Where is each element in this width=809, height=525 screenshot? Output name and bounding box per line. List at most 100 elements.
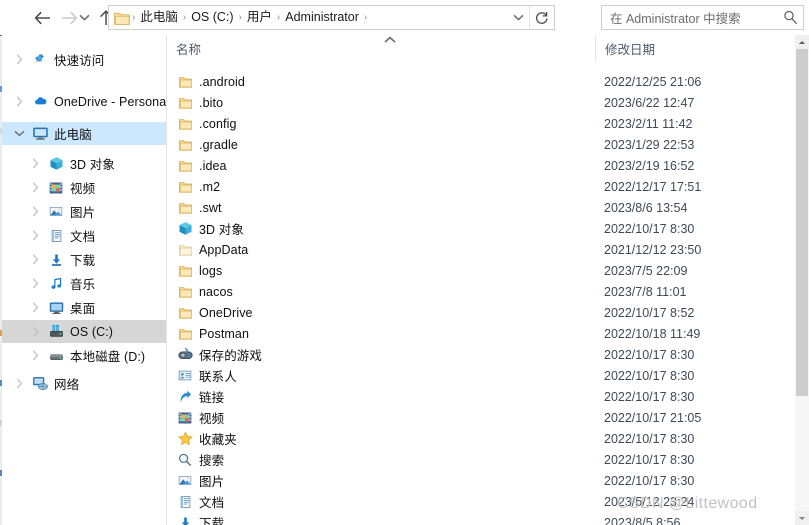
column-header-date[interactable]: 修改日期 — [595, 35, 795, 62]
saved-games-icon — [178, 347, 192, 359]
search-icon[interactable] — [777, 10, 803, 25]
table-row[interactable]: Postman 2022/10/18 11:49 — [167, 323, 795, 344]
file-name-label: OneDrive — [199, 305, 253, 320]
table-row[interactable]: .android 2022/12/25 21:06 — [167, 71, 795, 92]
table-row[interactable]: logs 2023/7/5 22:09 — [167, 260, 795, 281]
sidebar-twisty-8[interactable] — [24, 278, 46, 289]
back-button[interactable] — [28, 4, 56, 31]
table-row[interactable]: .idea 2023/2/19 16:52 — [167, 155, 795, 176]
file-name-cell: 3D 对象 — [176, 218, 244, 239]
table-row[interactable]: AppData 2021/12/12 23:50 — [167, 239, 795, 260]
sidebar-item-6[interactable]: 文档 — [2, 224, 166, 247]
sidebar-item-10[interactable]: OS (C:) — [2, 320, 166, 343]
table-row[interactable]: 3D 对象 2022/10/17 8:30 — [167, 218, 795, 239]
table-row[interactable]: 视频 2022/10/17 21:05 — [167, 407, 795, 428]
sidebar-twisty-11[interactable] — [24, 350, 46, 361]
sidebar-twisty-7[interactable] — [24, 254, 46, 265]
sidebar-item-0[interactable]: 快速访问 — [2, 48, 166, 71]
breadcrumb-item-1[interactable]: OS (C:) — [187, 5, 237, 30]
sidebar-item-3[interactable]: 3D 对象 — [2, 152, 166, 175]
pictures-icon — [46, 205, 66, 218]
sidebar-twisty-1[interactable] — [8, 96, 30, 107]
table-row[interactable]: .swt 2023/8/6 13:54 — [167, 197, 795, 218]
videos-icon — [176, 411, 194, 425]
table-row[interactable]: .config 2023/2/11 11:42 — [167, 113, 795, 134]
table-row[interactable]: .bito 2023/6/22 12:47 — [167, 92, 795, 113]
sidebar-twisty-10[interactable] — [24, 326, 46, 337]
folder-icon — [114, 12, 130, 25]
address-folder-icon — [114, 5, 131, 30]
table-row[interactable]: 图片 2022/10/17 8:30 — [167, 470, 795, 491]
sidebar-item-4[interactable]: 视频 — [2, 176, 166, 199]
folder-icon — [176, 327, 194, 341]
table-row[interactable]: OneDrive 2022/10/17 8:52 — [167, 302, 795, 323]
sidebar-twisty-0[interactable] — [8, 54, 30, 65]
breadcrumb-item-0[interactable]: 此电脑 — [136, 5, 182, 30]
magnifier-icon — [783, 10, 797, 25]
sidebar-item-8[interactable]: 音乐 — [2, 272, 166, 295]
music-icon — [50, 277, 61, 289]
sidebar-item-2[interactable]: 此电脑 — [2, 122, 166, 145]
column-header-date-label: 修改日期 — [605, 43, 656, 57]
table-row[interactable]: 搜索 2022/10/17 8:30 — [167, 449, 795, 470]
sidebar-twisty-5[interactable] — [24, 206, 46, 217]
recent-locations-button[interactable] — [74, 4, 94, 31]
table-row[interactable]: 收藏夹 2022/10/17 8:30 — [167, 428, 795, 449]
sidebar-item-11[interactable]: 本地磁盘 (D:) — [2, 344, 166, 367]
breadcrumb-item-3[interactable]: Administrator — [281, 5, 363, 30]
file-name-cell: 图片 — [176, 470, 224, 491]
sidebar-item-7[interactable]: 下载 — [2, 248, 166, 271]
sidebar-twisty-6[interactable] — [24, 230, 46, 241]
file-date-label: 2022/10/17 8:30 — [604, 347, 695, 362]
address-history-dropdown-button[interactable] — [507, 6, 529, 29]
folder-icon — [176, 264, 194, 278]
sidebar-twisty-2[interactable] — [8, 130, 30, 137]
file-name-label: .config — [199, 116, 237, 131]
search-box[interactable]: 在 Administrator 中搜索 — [601, 5, 804, 30]
table-row[interactable]: 文档 2023/5/12 23:24 — [167, 491, 795, 512]
file-date-label: 2022/10/17 8:52 — [604, 305, 695, 320]
sidebar-twisty-3[interactable] — [24, 158, 46, 169]
breadcrumb-separator-trailing[interactable]: › — [363, 5, 368, 30]
file-name-label: .gradle — [199, 137, 238, 152]
folder-icon — [176, 285, 194, 299]
sidebar-twisty-12[interactable] — [8, 378, 30, 389]
table-row[interactable]: .gradle 2023/1/29 22:53 — [167, 134, 795, 155]
sidebar-twisty-9[interactable] — [24, 302, 46, 313]
table-row[interactable]: .m2 2022/12/17 17:51 — [167, 176, 795, 197]
folder-hidden-icon — [178, 244, 192, 256]
file-name-cell: .android — [176, 71, 245, 92]
file-date-label: 2023/5/12 23:24 — [604, 494, 695, 509]
column-header-name[interactable]: 名称 — [167, 35, 587, 62]
table-row[interactable]: nacos 2023/7/8 11:01 — [167, 281, 795, 302]
network-icon — [30, 376, 50, 391]
file-date-label: 2022/10/17 8:30 — [604, 431, 695, 446]
scrollbar-thumb[interactable] — [796, 49, 808, 396]
vertical-scrollbar[interactable] — [795, 35, 809, 525]
scroll-down-button[interactable] — [795, 511, 809, 525]
breadcrumb-item-2[interactable]: 用户 — [243, 5, 276, 30]
table-row[interactable]: 联系人 2022/10/17 8:30 — [167, 365, 795, 386]
table-row[interactable]: 下载 2023/8/5 8:56 — [167, 512, 795, 525]
contacts-icon — [176, 369, 194, 382]
table-row[interactable]: 保存的游戏 2022/10/17 8:30 — [167, 344, 795, 365]
sidebar-item-9[interactable]: 桌面 — [2, 296, 166, 319]
table-row[interactable]: 链接 2022/10/17 8:30 — [167, 386, 795, 407]
3d-object-icon — [50, 157, 62, 170]
folder-icon — [178, 286, 192, 298]
folder-icon — [178, 307, 192, 319]
scroll-up-button[interactable] — [795, 35, 809, 49]
navigation-pane: 快速访问 OneDrive - Personal 此电脑 3D 对象 视频 图片 文档 下载音… — [2, 35, 166, 525]
file-name-cell: AppData — [176, 239, 248, 260]
sidebar-item-12[interactable]: 网络 — [2, 372, 166, 395]
search-input[interactable]: 在 Administrator 中搜索 — [602, 8, 777, 27]
refresh-button[interactable] — [529, 6, 554, 29]
file-name-cell: 文档 — [176, 491, 224, 512]
file-date-label: 2023/1/29 22:53 — [604, 137, 695, 152]
address-bar[interactable]: › 此电脑 › OS (C:) › 用户 › Administrator › — [108, 5, 555, 30]
sidebar-twisty-4[interactable] — [24, 182, 46, 193]
sidebar-item-5[interactable]: 图片 — [2, 200, 166, 223]
sidebar-item-1[interactable]: OneDrive - Personal — [2, 90, 166, 113]
chevron-right-icon — [32, 206, 38, 217]
3d-object-icon — [176, 221, 194, 236]
